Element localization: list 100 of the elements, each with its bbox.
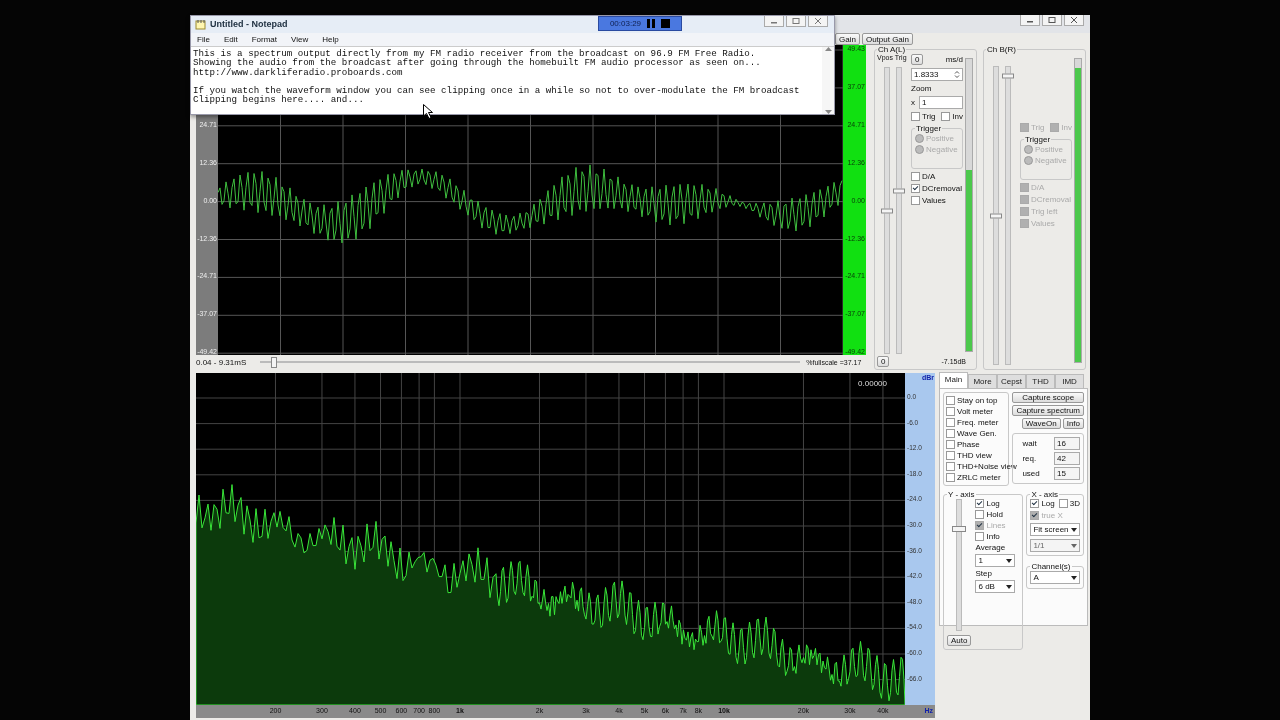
caret-icon xyxy=(1071,527,1077,532)
stat-label: req. xyxy=(1022,454,1037,463)
checkbox-label: THD+Noise view xyxy=(957,462,1017,471)
trigger-slider[interactable] xyxy=(896,67,902,354)
vpos-slider[interactable] xyxy=(884,67,890,354)
stat-field[interactable]: 15 xyxy=(1054,467,1080,480)
checkbox[interactable] xyxy=(975,510,985,519)
average-label: Average xyxy=(975,543,1007,552)
maximize-icon xyxy=(792,18,800,24)
value-readout: 0.00000 xyxy=(858,379,887,388)
time-range: 0.04 - 9.31mS xyxy=(196,358,247,367)
checkbox[interactable] xyxy=(946,473,955,482)
checkbox-label: Log xyxy=(986,499,1000,508)
group-title: Ch B(R) xyxy=(986,45,1017,54)
notepad-icon xyxy=(195,18,206,30)
maximize-button[interactable] xyxy=(1042,15,1062,26)
maximize-button[interactable] xyxy=(786,16,806,27)
checkbox-label: DCremoval xyxy=(922,184,962,193)
spinner-arrows-icon[interactable] xyxy=(954,70,960,79)
zero-button[interactable]: 0 xyxy=(877,356,890,367)
checkbox[interactable] xyxy=(946,418,955,427)
checkbox[interactable] xyxy=(946,440,955,449)
checkbox-label: D/A xyxy=(1031,183,1045,192)
auto-button[interactable]: Auto xyxy=(947,635,972,646)
stat-label: wait xyxy=(1022,439,1037,448)
gain-button[interactable]: Gain xyxy=(835,33,860,45)
timebase-field[interactable]: 1.8333 xyxy=(911,68,963,81)
small-button[interactable]: Info xyxy=(1062,418,1084,429)
maximize-icon xyxy=(1048,17,1056,23)
average-dropdown[interactable]: 1 xyxy=(975,554,1016,567)
close-button[interactable] xyxy=(1064,15,1084,26)
checkbox-label: Wave Gen. xyxy=(957,429,997,438)
checkbox[interactable] xyxy=(946,429,955,438)
stat-label: used xyxy=(1022,469,1040,478)
caret-icon xyxy=(1071,543,1077,548)
tab[interactable]: More xyxy=(968,374,997,388)
checkbox[interactable] xyxy=(941,112,951,121)
close-button[interactable] xyxy=(808,16,828,27)
close-icon xyxy=(1070,17,1078,23)
zoom-field[interactable]: 1 xyxy=(919,96,963,109)
checkbox-label: Freq. meter xyxy=(957,418,999,427)
ratio-dropdown[interactable]: 1/1 xyxy=(1030,539,1080,552)
group-title: Channel(s) xyxy=(1030,562,1072,571)
checkbox[interactable] xyxy=(946,462,955,471)
text-line: This is a spectrum output directly from my FM radio receiver from the broadcast on 96.9 FM Free Radio. xyxy=(193,47,756,59)
scrollbar[interactable] xyxy=(822,46,834,114)
menu-item[interactable]: Format xyxy=(251,34,278,44)
gain-button[interactable]: Output Gain xyxy=(861,33,914,45)
pause-icon[interactable] xyxy=(647,19,656,28)
radio-label: Positive xyxy=(926,134,954,143)
checkbox-label: Info xyxy=(986,532,1000,541)
text-area[interactable] xyxy=(191,45,834,114)
menu-item[interactable]: Edit xyxy=(223,34,238,44)
stat-field[interactable]: 42 xyxy=(1054,452,1080,465)
checkbox[interactable] xyxy=(946,396,955,405)
checkbox[interactable] xyxy=(911,112,920,121)
menu-item[interactable]: File xyxy=(197,34,210,44)
checkbox[interactable] xyxy=(1058,499,1068,508)
stop-icon[interactable] xyxy=(661,19,671,28)
tab[interactable]: Cepst xyxy=(997,374,1026,388)
menu-item[interactable]: Help xyxy=(322,34,339,44)
vpos-slider[interactable] xyxy=(993,66,999,365)
minimize-button[interactable] xyxy=(1020,15,1040,26)
radio-label: Positive xyxy=(1035,145,1063,154)
tab[interactable]: Main xyxy=(939,372,968,388)
menu-item[interactable]: View xyxy=(291,34,309,44)
trigger-slider[interactable] xyxy=(1005,66,1011,365)
radio-label: Negative xyxy=(926,145,958,154)
checkbox[interactable] xyxy=(911,196,920,205)
group-title: X - axis xyxy=(1030,490,1060,499)
checkbox[interactable] xyxy=(975,499,985,508)
checkbox-label: Stay on top xyxy=(957,396,998,405)
checkbox-label: Lines xyxy=(986,521,1006,530)
checkbox-label: Values xyxy=(1031,219,1055,228)
checkbox[interactable] xyxy=(946,451,955,460)
capture-button[interactable]: Capture spectrum xyxy=(1012,405,1084,416)
text-line: Clipping begins here.... and... xyxy=(193,94,364,106)
group-title: Trigger xyxy=(915,124,943,133)
scroll-down-icon[interactable] xyxy=(824,110,832,114)
small-button[interactable]: WaveOn xyxy=(1021,418,1061,429)
tab[interactable]: IMD xyxy=(1055,374,1084,388)
minimize-button[interactable] xyxy=(764,16,784,27)
caret-icon xyxy=(1006,584,1013,589)
capture-button[interactable]: Capture scope xyxy=(1012,392,1084,403)
step-dropdown[interactable]: 6 dB xyxy=(975,580,1016,593)
zoom-prefix: x xyxy=(911,98,915,107)
channel-dropdown[interactable]: A xyxy=(1030,571,1080,584)
zoom-label: Zoom xyxy=(911,84,933,93)
checkbox[interactable] xyxy=(946,407,955,416)
checkbox[interactable] xyxy=(975,532,985,541)
checkbox[interactable] xyxy=(911,172,920,181)
stat-field[interactable]: 16 xyxy=(1054,437,1080,450)
checkbox[interactable] xyxy=(911,184,920,193)
checkbox-label: Inv xyxy=(952,112,963,121)
zero-button[interactable]: 0 xyxy=(911,54,924,65)
checkbox[interactable] xyxy=(1030,499,1040,508)
tab[interactable]: THD xyxy=(1026,374,1055,388)
fit-dropdown[interactable]: Fit screen xyxy=(1030,523,1080,536)
group-title: Trigger xyxy=(1024,135,1052,144)
caret-icon xyxy=(1006,558,1013,563)
